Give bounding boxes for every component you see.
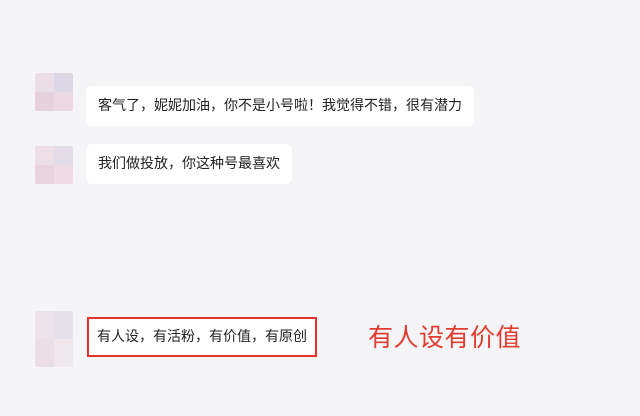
message-text: 我们做投放，你这种号最喜欢 xyxy=(98,156,280,172)
message-bubble[interactable]: 客气了，妮妮加油，你不是小号啦！我觉得不错，很有潜力 xyxy=(86,86,474,126)
avatar[interactable] xyxy=(35,146,73,184)
message-bubble[interactable]: 我们做投放，你这种号最喜欢 xyxy=(86,144,292,184)
chat-area: 客气了，妮妮加油，你不是小号啦！我觉得不错，很有潜力 我们做投放，你这种号最喜欢… xyxy=(0,0,640,416)
message-text: 有人设，有活粉，有价值，有原创 xyxy=(97,329,307,345)
avatar[interactable] xyxy=(35,311,73,367)
message-text: 客气了，妮妮加油，你不是小号啦！我觉得不错，很有潜力 xyxy=(98,98,462,114)
avatar[interactable] xyxy=(35,73,73,111)
message-bubble[interactable]: 有人设，有活粉，有价值，有原创 xyxy=(87,317,317,357)
annotation-label: 有人设有价值 xyxy=(368,323,522,352)
